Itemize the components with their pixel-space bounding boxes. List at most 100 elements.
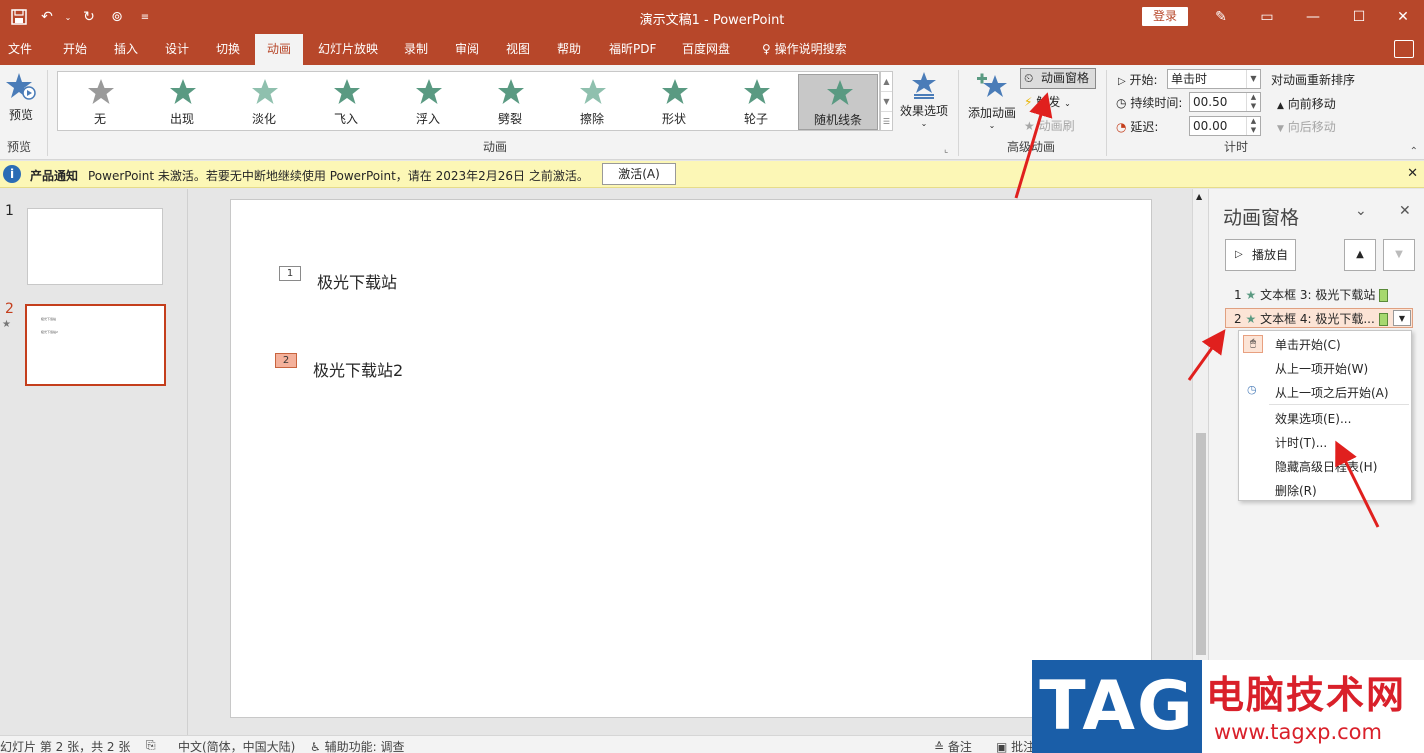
gallery-item-label: 飞入	[333, 112, 358, 126]
tab-slideshow[interactable]: 幻灯片放映	[312, 34, 384, 65]
gallery-item-float-in[interactable]: 浮入	[388, 74, 468, 130]
tab-insert[interactable]: 插入	[108, 34, 144, 65]
watermark: TAG 电脑技术网 www.tagxp.com	[1032, 660, 1424, 753]
gallery-more-icon[interactable]: ☰	[881, 112, 892, 132]
maximize-icon[interactable]: ☐	[1348, 6, 1370, 28]
tab-help[interactable]: 帮助	[551, 34, 587, 65]
comments-icon[interactable]	[1394, 40, 1414, 58]
gallery-item-appear[interactable]: 出现	[142, 74, 222, 130]
gallery-item-wheel[interactable]: 轮子	[716, 74, 796, 130]
tab-view[interactable]: 视图	[500, 34, 536, 65]
tab-file[interactable]: 文件	[2, 34, 38, 65]
gallery-item-random-bars[interactable]: 随机线条	[798, 74, 878, 130]
float-in-star-icon	[416, 79, 442, 104]
move-earlier-button[interactable]: ▲ 向前移动	[1277, 95, 1336, 112]
gallery-item-fly-in[interactable]: 飞入	[306, 74, 386, 130]
tab-review[interactable]: 审阅	[449, 34, 485, 65]
slide-text-box[interactable]: 极光下载站2	[313, 357, 403, 381]
notes-button[interactable]: ≙ 备注	[934, 738, 972, 753]
gallery-scroll[interactable]: ▲ ▼ ☰	[880, 71, 893, 131]
delay-field[interactable]: 00.00 ▲ ▼	[1189, 116, 1261, 136]
menu-item-after-previous[interactable]: 从上一项之后开始(A)	[1275, 384, 1389, 401]
menu-item-with-previous[interactable]: 从上一项开始(W)	[1275, 360, 1368, 377]
lightning-icon: ⚡	[1024, 95, 1033, 109]
menu-item-timing[interactable]: 计时(T)...	[1275, 434, 1327, 451]
move-down-button[interactable]: ▼	[1383, 239, 1415, 271]
tell-me-search[interactable]: ♀ 操作说明搜索	[756, 34, 853, 65]
activate-button[interactable]: 激活(A)	[602, 163, 676, 185]
accessibility-status[interactable]: ♿ 辅助功能: 调查	[310, 738, 404, 753]
preview-label: 预览	[8, 108, 33, 122]
gallery-item-label: 淡化	[251, 112, 276, 126]
menu-item-effect-options[interactable]: 效果选项(E)...	[1275, 410, 1351, 427]
animation-pane-button[interactable]: ⏲ 动画窗格	[1020, 68, 1096, 89]
add-animation-button[interactable]: 添加动画 ⌄	[966, 71, 1018, 130]
slide-text-box[interactable]: 极光下载站	[317, 269, 397, 293]
menu-item-start-on-click[interactable]: 单击开始(C)	[1275, 336, 1341, 353]
gallery-item-fade[interactable]: 淡化	[224, 74, 304, 130]
move-later-button[interactable]: ▼ 向后移动	[1277, 118, 1336, 135]
comments-button[interactable]: ▣ 批注	[996, 738, 1035, 753]
gallery-item-none[interactable]: 无	[60, 74, 140, 130]
move-up-button[interactable]: ▲	[1344, 239, 1376, 271]
tab-foxit-pdf[interactable]: 福昕PDF	[603, 34, 662, 65]
star-icon: ★	[1245, 288, 1257, 302]
dialog-launcher-icon[interactable]: ⌞	[944, 145, 948, 155]
trigger-button[interactable]: ⚡ 触发 ⌄	[1024, 93, 1071, 110]
tab-animations[interactable]: 动画	[255, 34, 303, 65]
menu-separator	[1269, 404, 1409, 405]
group-label-preview: 预览	[6, 140, 31, 154]
animation-order-tag[interactable]: 1	[279, 266, 301, 281]
tab-design[interactable]: 设计	[159, 34, 195, 65]
login-button[interactable]: 登录	[1142, 7, 1188, 26]
chevron-down-icon: ▼	[1246, 70, 1260, 88]
duration-field[interactable]: 00.50 ▲ ▼	[1189, 92, 1261, 112]
collapse-ribbon-icon[interactable]: ⌃	[1410, 146, 1418, 157]
slide-canvas[interactable]: 1 极光下载站 2 极光下载站2	[230, 199, 1152, 718]
play-from-label: 播放自	[1252, 248, 1289, 262]
gallery-item-wipe[interactable]: 擦除	[552, 74, 632, 130]
gallery-scroll-up-icon[interactable]: ▲	[881, 72, 892, 92]
animation-list-item[interactable]: 1 ★ 文本框 3: 极光下载站	[1225, 285, 1413, 305]
spinner-icon[interactable]: ▲ ▼	[1246, 117, 1260, 135]
animation-list-item-selected[interactable]: 2 ★ 文本框 4: 极光下载... ▼	[1225, 308, 1413, 328]
start-select[interactable]: 单击时 ▼	[1167, 69, 1261, 89]
scroll-up-icon[interactable]: ▲	[1196, 192, 1202, 201]
slide-thumbnail[interactable]	[27, 208, 163, 285]
tab-record[interactable]: 录制	[398, 34, 434, 65]
play-from-button[interactable]: ▷ 播放自	[1225, 239, 1296, 271]
minimize-icon[interactable]: —	[1302, 6, 1324, 28]
ribbon-display-options-icon[interactable]: ▭	[1256, 6, 1278, 28]
close-icon[interactable]: ✕	[1392, 6, 1414, 28]
pen-icon[interactable]: ✎	[1210, 6, 1232, 28]
tab-home[interactable]: 开始	[57, 34, 93, 65]
gallery-scroll-down-icon[interactable]: ▼	[881, 92, 892, 112]
language-indicator[interactable]: 中文(简体，中国大陆)	[178, 738, 295, 753]
start-label: ▷ 开始:	[1118, 71, 1158, 88]
gallery-item-split[interactable]: 劈裂	[470, 74, 550, 130]
scrollbar-thumb[interactable]	[1196, 433, 1206, 655]
animation-order-tag[interactable]: 2	[275, 353, 297, 368]
slide-thumbnail-active[interactable]: 极光下载站 极光下载站2	[25, 304, 166, 386]
close-icon[interactable]: ✕	[1399, 203, 1411, 219]
effect-options-button[interactable]: 效果选项 ⌄	[898, 71, 950, 128]
chevron-down-icon[interactable]: ⌄	[1355, 203, 1367, 219]
preview-button[interactable]: 预览	[4, 71, 38, 123]
menu-item-remove[interactable]: 删除(R)	[1275, 482, 1317, 499]
accessibility-icon: ♿	[310, 740, 321, 753]
watermark-url: www.tagxp.com	[1214, 720, 1382, 744]
spellcheck-icon[interactable]: ⎘	[146, 738, 156, 753]
play-icon: ▷	[1235, 249, 1243, 260]
item-number: 2	[1234, 312, 1242, 326]
animation-painter-button[interactable]: ★ 动画刷	[1024, 117, 1075, 134]
tab-baidu-netdisk[interactable]: 百度网盘	[676, 34, 736, 65]
menu-item-hide-timeline[interactable]: 隐藏高级日程表(H)	[1275, 458, 1377, 475]
vertical-scrollbar[interactable]: ▲	[1192, 189, 1208, 661]
spinner-icon[interactable]: ▲ ▼	[1246, 93, 1260, 111]
close-icon[interactable]: ✕	[1407, 166, 1418, 181]
tab-transitions[interactable]: 切换	[210, 34, 246, 65]
lightbulb-icon: ♀	[762, 42, 771, 56]
gallery-item-shape[interactable]: 形状	[634, 74, 714, 130]
gallery-item-label: 随机线条	[813, 113, 862, 127]
item-dropdown-icon[interactable]: ▼	[1393, 310, 1411, 326]
